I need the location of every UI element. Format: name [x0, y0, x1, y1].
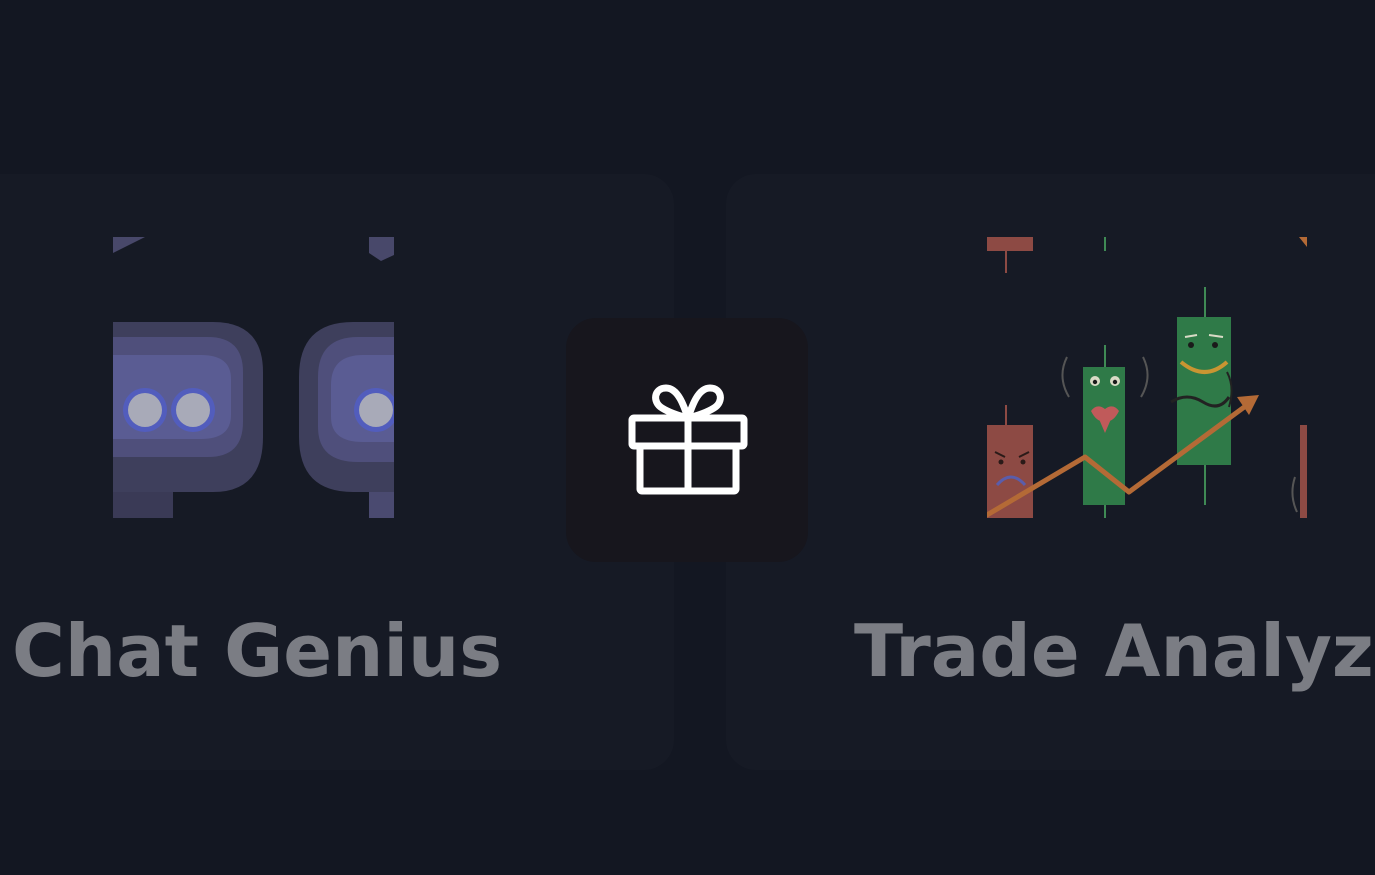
card-title: Trade Analyzer [854, 609, 1375, 693]
chat-bubbles-illustration [113, 237, 394, 518]
gift-icon [628, 384, 748, 495]
app-stage: Chat Genius Trade Analyz [0, 0, 1375, 875]
card-title: Chat Genius [12, 609, 503, 693]
candlestick-chart-icon [987, 237, 1307, 518]
app-card-trade-analyzer[interactable]: Trade Analyzer [726, 174, 1375, 770]
chat-bubbles-icon [113, 237, 394, 518]
candlestick-illustration [987, 237, 1307, 518]
gift-button[interactable] [566, 318, 808, 562]
